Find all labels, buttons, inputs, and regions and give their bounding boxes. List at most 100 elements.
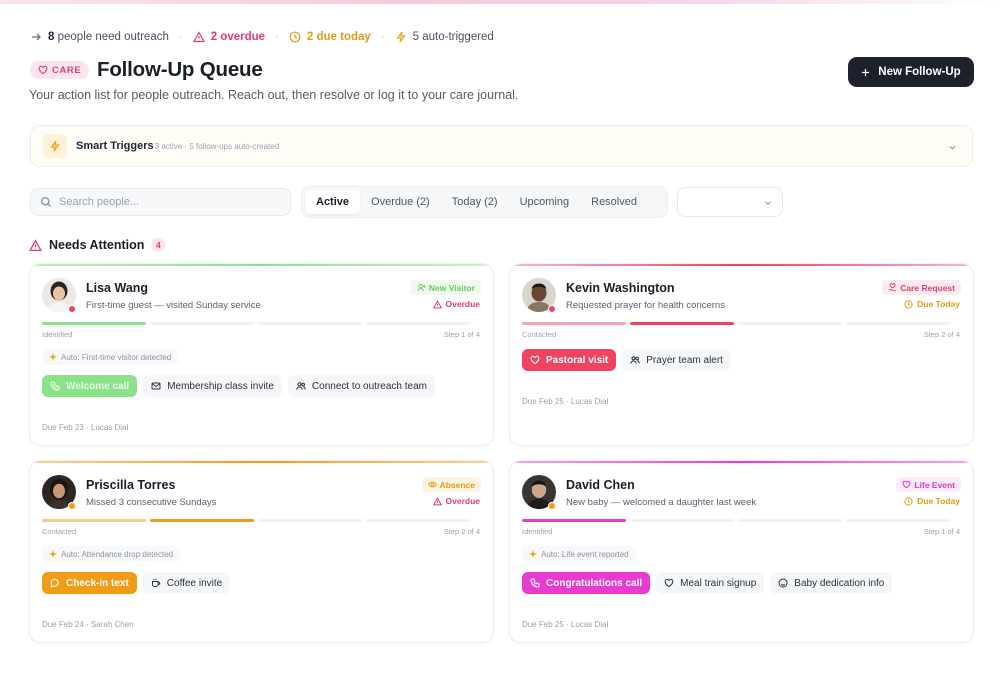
progress-segment (258, 519, 362, 522)
tab-upcoming[interactable]: Upcoming (509, 190, 581, 214)
smart-triggers-title: Smart Triggers (76, 140, 154, 152)
person-name[interactable]: David Chen (566, 478, 635, 492)
progress-track (522, 322, 950, 325)
welcome-call-button[interactable]: Welcome call (42, 375, 138, 397)
follow-up-card[interactable]: Lisa Wang First-time guest — visited Sun… (29, 263, 494, 446)
plus-icon (862, 68, 870, 76)
search-input[interactable] (59, 196, 279, 208)
auto-trigger-chip: Auto: Attendance drop detected (42, 546, 181, 562)
status-dot (68, 305, 76, 313)
tab-active[interactable]: Active (305, 190, 361, 214)
type-badge: New Visitor (410, 280, 481, 295)
tab-today[interactable]: Today (2) (441, 190, 509, 214)
coffee-invite-button[interactable]: Coffee invite (142, 572, 231, 594)
prayer-team-alert-button[interactable]: Prayer team alert (622, 349, 731, 371)
status-dot (68, 502, 76, 510)
sparkle-icon (49, 353, 57, 361)
pastoral-visit-button[interactable]: Pastoral visit (522, 349, 617, 371)
heart-icon (664, 578, 674, 588)
search-icon (40, 196, 52, 208)
needs-attention-count: 4 (151, 238, 166, 252)
progress-segment (150, 519, 254, 522)
action-label: Meal train signup (680, 577, 757, 589)
card-accent-line (510, 264, 973, 266)
due-label: Due Feb 23 · Lucas Dial (42, 423, 129, 432)
eye-icon (427, 481, 437, 488)
filter-select[interactable] (677, 187, 783, 217)
progress-track (42, 519, 470, 522)
care-badge-label: CARE (52, 64, 82, 76)
chevron-down-icon[interactable] (947, 140, 958, 158)
smart-triggers-panel[interactable]: Smart Triggers 3 active · 5 follow-ups a… (30, 125, 973, 167)
progress-segment (846, 519, 950, 522)
stat-due-today[interactable]: 2 due today (289, 31, 371, 43)
stat-overdue[interactable]: 2 overdue (192, 31, 266, 43)
follow-up-card[interactable]: David Chen New baby — welcomed a daughte… (509, 460, 974, 643)
progress-segment (630, 322, 734, 325)
heart-icon (902, 480, 911, 489)
needs-attention-heading: Needs Attention 4 (29, 238, 166, 252)
tab-overdue[interactable]: Overdue (2) (360, 190, 441, 214)
state-text: Due Today (917, 299, 960, 309)
status-tabs: Active Overdue (2) Today (2) Upcoming Re… (301, 186, 668, 218)
step-label: Step 1 of 4 (923, 527, 960, 536)
sparkle-icon (49, 550, 57, 558)
overdue-stat-text: 2 overdue (210, 31, 266, 43)
smile-icon (778, 578, 788, 588)
action-label: Connect to outreach team (311, 380, 427, 392)
warning-icon (432, 496, 442, 505)
stats-bar: 8 people need outreach · 2 overdue · 2 d… (30, 31, 494, 43)
progress-track (522, 519, 950, 522)
page-subtitle: Your action list for people outreach. Re… (29, 88, 519, 102)
warning-icon (432, 299, 442, 308)
tab-resolved[interactable]: Resolved (580, 190, 648, 214)
chevron-down-icon (765, 201, 771, 206)
due-label: Due Feb 25 · Lucas Dial (522, 397, 609, 406)
status-dot (548, 305, 556, 313)
progress-segment (846, 322, 950, 325)
need-outreach-count: 8 (48, 31, 55, 43)
follow-up-card[interactable]: Kevin Washington Requested prayer for he… (509, 263, 974, 446)
stat-auto-triggered[interactable]: 5 auto-triggered (395, 31, 494, 43)
separator: · (380, 31, 385, 43)
new-follow-up-button[interactable]: New Follow-Up (848, 57, 974, 87)
users-icon (296, 382, 306, 390)
phone-icon (50, 381, 60, 391)
search-box[interactable] (30, 188, 291, 216)
state-text: Due Today (917, 496, 960, 506)
follow-up-card[interactable]: Priscilla Torres Missed 3 consecutive Su… (29, 460, 494, 643)
congratulations-call-button[interactable]: Congratulations call (522, 572, 651, 594)
progress-segment (630, 519, 734, 522)
needs-attention-title: Needs Attention (49, 238, 145, 252)
action-label: Pastoral visit (546, 354, 609, 366)
progress-segment (522, 322, 626, 325)
heart-icon (38, 65, 48, 75)
card-accent-line (30, 461, 493, 463)
auto-trigger-text: Auto: Life event reported (541, 549, 629, 559)
meal-train-signup-button[interactable]: Meal train signup (656, 572, 765, 594)
check-in-text-button[interactable]: Check-in text (42, 572, 137, 594)
progress-segment (738, 322, 842, 325)
due-today-stat-text: 2 due today (306, 31, 371, 43)
warning-icon (29, 238, 42, 251)
progress-segment (366, 519, 470, 522)
membership-class-invite-button[interactable]: Membership class invite (143, 375, 282, 397)
action-row: Check-in text Coffee invite (42, 572, 231, 594)
connect-outreach-team-button[interactable]: Connect to outreach team (287, 375, 435, 397)
type-badge-label: Absence (439, 479, 475, 490)
separator: · (178, 31, 183, 43)
stat-need-outreach: 8 people need outreach (30, 31, 169, 43)
progress-segment (366, 322, 470, 325)
person-name[interactable]: Lisa Wang (86, 281, 148, 295)
auto-trigger-chip: Auto: Life event reported (522, 546, 636, 562)
person-description: Missed 3 consecutive Sundays (86, 497, 217, 508)
state-label: Overdue (432, 496, 480, 506)
baby-dedication-info-button[interactable]: Baby dedication info (770, 572, 893, 594)
action-label: Coffee invite (166, 577, 223, 589)
person-name[interactable]: Kevin Washington (566, 281, 675, 295)
auto-trigger-text: Auto: Attendance drop detected (61, 549, 174, 559)
users-icon (630, 356, 640, 364)
person-name[interactable]: Priscilla Torres (86, 478, 175, 492)
sparkle-icon (529, 550, 537, 558)
state-text: Overdue (445, 299, 481, 309)
